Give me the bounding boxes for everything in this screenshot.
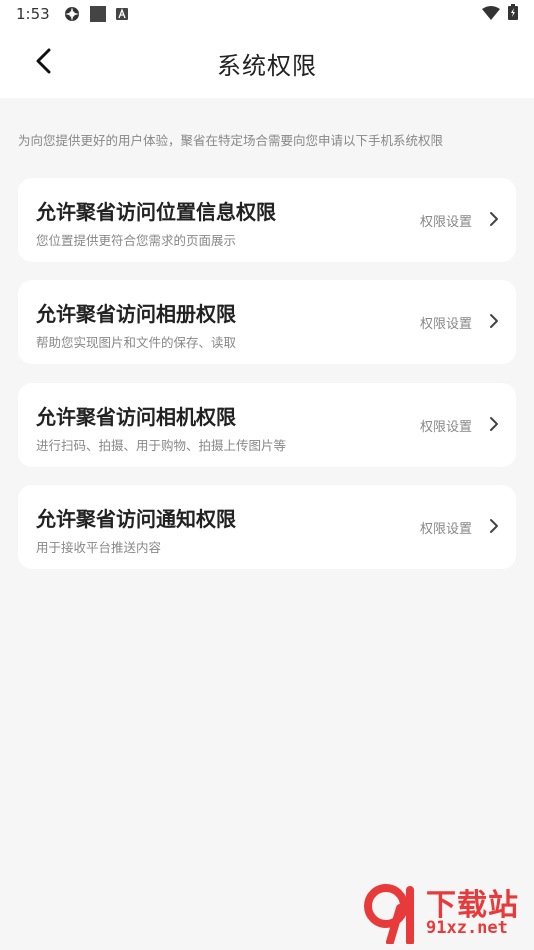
permission-card-camera[interactable]: 允许聚省访问相机权限 进行扫码、拍摄、用于购物、拍摄上传图片等 权限设置 bbox=[18, 383, 516, 467]
intro-text: 为向您提供更好的用户体验，聚省在特定场合需要向您申请以下手机系统权限 bbox=[18, 133, 444, 148]
permission-title: 允许聚省访问通知权限 bbox=[36, 507, 236, 531]
status-time: 1:53 bbox=[16, 5, 50, 23]
permission-settings-link[interactable]: 权限设置 bbox=[420, 313, 472, 332]
permission-card-album[interactable]: 允许聚省访问相册权限 帮助您实现图片和文件的保存、读取 权限设置 bbox=[18, 280, 516, 364]
permission-description: 您位置提供更符合您需求的页面展示 bbox=[36, 233, 237, 248]
permission-settings-link[interactable]: 权限设置 bbox=[420, 416, 472, 435]
status-bar: 1:53 bbox=[0, 0, 534, 28]
watermark-logo-icon bbox=[360, 884, 422, 948]
chevron-right-icon bbox=[488, 415, 500, 433]
a-icon bbox=[115, 8, 128, 20]
permission-settings-link[interactable]: 权限设置 bbox=[420, 211, 472, 230]
chevron-right-icon bbox=[488, 312, 500, 330]
settings-icon bbox=[64, 6, 80, 22]
chevron-right-icon bbox=[488, 210, 500, 228]
permission-title: 允许聚省访问相机权限 bbox=[36, 405, 236, 429]
watermark-url: 91xz.net bbox=[426, 918, 508, 938]
wifi-icon bbox=[482, 5, 500, 24]
permission-title: 允许聚省访问相册权限 bbox=[36, 302, 236, 326]
chevron-right-icon bbox=[488, 517, 500, 535]
watermark: 下载站 91xz.net bbox=[360, 878, 530, 948]
permission-card-notification[interactable]: 允许聚省访问通知权限 用于接收平台推送内容 权限设置 bbox=[18, 485, 516, 569]
battery-charging-icon bbox=[508, 4, 518, 24]
permission-title: 允许聚省访问位置信息权限 bbox=[36, 200, 276, 224]
permission-description: 用于接收平台推送内容 bbox=[36, 540, 162, 555]
page-title: 系统权限 bbox=[217, 52, 317, 80]
permission-description: 进行扫码、拍摄、用于购物、拍摄上传图片等 bbox=[36, 438, 287, 453]
permission-description: 帮助您实现图片和文件的保存、读取 bbox=[36, 335, 237, 350]
square-icon bbox=[89, 6, 106, 22]
permission-settings-link[interactable]: 权限设置 bbox=[420, 518, 472, 537]
permission-card-location[interactable]: 允许聚省访问位置信息权限 您位置提供更符合您需求的页面展示 权限设置 bbox=[18, 178, 516, 262]
header: 系统权限 bbox=[0, 28, 534, 98]
